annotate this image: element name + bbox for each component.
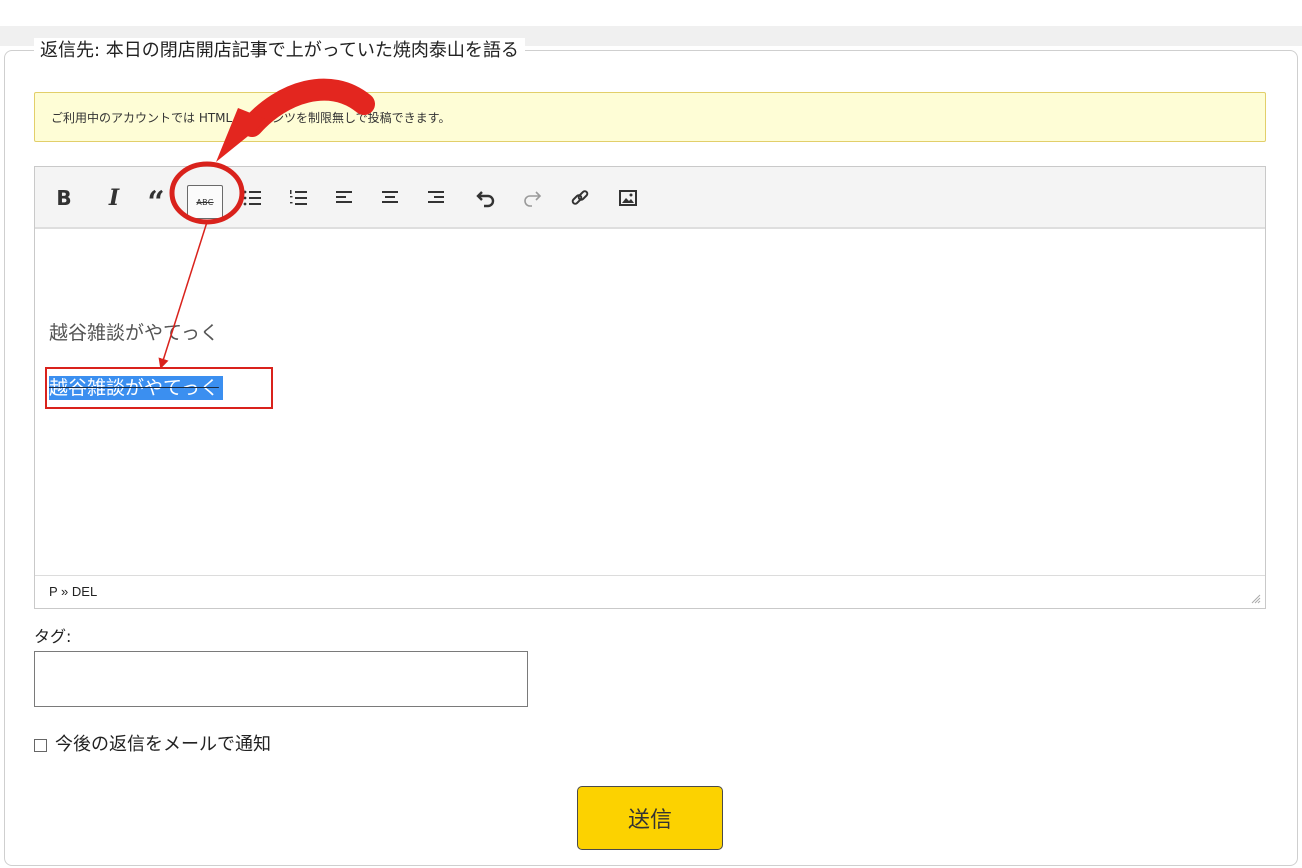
reply-to-legend: 返信先: 本日の閉店開店記事で上がっていた焼肉泰山を語る (34, 38, 525, 64)
bullet-list-icon (243, 190, 261, 206)
align-right-button[interactable] (421, 183, 451, 213)
link-icon (571, 190, 589, 205)
bullet-list-button[interactable] (237, 183, 267, 213)
image-icon (619, 190, 637, 206)
rich-text-editor: B I “ ABC 越谷雑談がやてっく 越谷雑談がやてっく P » DEL (34, 166, 1266, 609)
undo-button[interactable] (471, 183, 501, 213)
notify-option[interactable]: 今後の返信をメールで通知 (34, 733, 271, 757)
italic-button[interactable]: I (99, 183, 129, 213)
notify-checkbox[interactable] (34, 738, 47, 752)
align-right-icon (428, 191, 444, 203)
notify-label: 今後の返信をメールで通知 (55, 734, 271, 755)
redo-icon (524, 191, 542, 207)
insert-image-button[interactable] (613, 183, 643, 213)
align-left-button[interactable] (329, 183, 359, 213)
insert-link-button[interactable] (565, 183, 595, 213)
redo-button[interactable] (517, 183, 547, 213)
selected-struck-paragraph: 越谷雑談がやてっく (49, 376, 223, 400)
resize-grip-icon[interactable] (1251, 594, 1261, 604)
strikethrough-button[interactable]: ABC (187, 185, 223, 219)
editor-toolbar: B I “ ABC (35, 167, 1265, 229)
element-path-text: P » DEL (49, 584, 98, 599)
numbered-list-icon (290, 190, 307, 205)
html-permission-notice: ご利用中のアカウントでは HTML コンテンツを制限無しで投稿できます。 (34, 92, 1266, 142)
align-center-button[interactable] (375, 183, 405, 213)
tags-input[interactable] (34, 651, 528, 707)
blockquote-button[interactable]: “ (141, 183, 171, 218)
editor-element-path: P » DEL (35, 575, 1265, 608)
submit-button[interactable]: 送信 (577, 786, 723, 850)
bold-button[interactable]: B (49, 183, 79, 213)
tags-label: タグ: (34, 627, 72, 646)
page-top-area (0, 0, 1302, 26)
align-left-icon (336, 191, 352, 203)
numbered-list-button[interactable] (283, 183, 313, 213)
editor-paragraph: 越谷雑談がやてっく (49, 322, 219, 344)
align-center-icon (382, 191, 398, 203)
editor-content-area[interactable]: 越谷雑談がやてっく 越谷雑談がやてっく (35, 231, 1265, 575)
undo-icon (476, 191, 495, 208)
